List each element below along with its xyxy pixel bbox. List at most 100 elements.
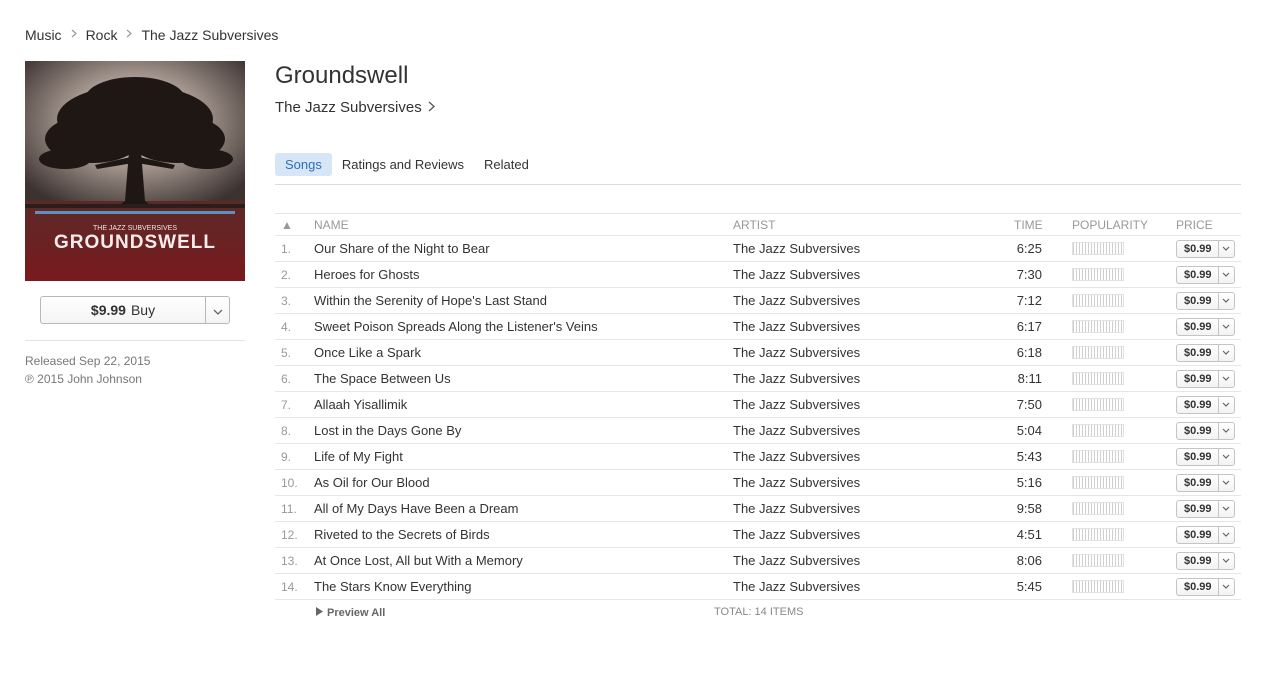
tab-ratings-and-reviews[interactable]: Ratings and Reviews [332,153,474,176]
sort-indicator-icon[interactable]: ▲ [275,213,314,236]
buy-track-button[interactable]: $0.99 [1176,421,1235,440]
track-artist[interactable]: The Jazz Subversives [733,365,968,392]
chevron-down-icon[interactable] [1217,448,1234,465]
buy-track-button[interactable]: $0.99 [1176,473,1235,492]
buy-album-main[interactable]: $9.99 Buy [41,297,205,323]
buy-album-button[interactable]: $9.99 Buy [40,296,230,324]
track-name[interactable]: At Once Lost, All but With a Memory [314,547,733,574]
column-header-price[interactable]: PRICE [1176,213,1241,236]
track-price: $0.99 [1184,372,1212,385]
track-name[interactable]: All of My Days Have Been a Dream [314,495,733,522]
buy-track-button[interactable]: $0.99 [1176,343,1235,362]
track-name[interactable]: As Oil for Our Blood [314,469,733,496]
chevron-down-icon[interactable] [1217,422,1234,439]
track-name[interactable]: Heroes for Ghosts [314,261,733,288]
chevron-down-icon[interactable] [1217,292,1234,309]
chevron-down-icon[interactable] [1217,526,1234,543]
artist-link[interactable]: The Jazz Subversives [275,99,435,116]
table-row[interactable]: 5. Once Like a Spark The Jazz Subversives 6… [275,339,1241,366]
breadcrumb-music[interactable]: Music [25,27,62,43]
track-name[interactable]: Riveted to the Secrets of Birds [314,521,733,548]
album-artwork[interactable]: THE JAZZ SUBVERSIVES GROUNDSWELL [25,61,245,281]
table-row[interactable]: 10. As Oil for Our Blood The Jazz Subversi… [275,469,1241,496]
table-row[interactable]: 1. Our Share of the Night to Bear The Jazz… [275,235,1241,262]
breadcrumb-artist[interactable]: The Jazz Subversives [141,27,278,43]
track-time: 5:45 [968,573,1072,600]
track-artist[interactable]: The Jazz Subversives [733,495,968,522]
chevron-down-icon[interactable] [1217,396,1234,413]
buy-track-button[interactable]: $0.99 [1176,317,1235,336]
chevron-down-icon[interactable] [1217,266,1234,283]
table-row[interactable]: 7. Allaah Yisallimik The Jazz Subversives 7… [275,391,1241,418]
table-row[interactable]: 11. All of My Days Have Been a Dream The J… [275,495,1241,522]
buy-track-button[interactable]: $0.99 [1176,239,1235,258]
chevron-down-icon[interactable] [1217,370,1234,387]
table-row[interactable]: 2. Heroes for Ghosts The Jazz Subversives 7… [275,261,1241,288]
breadcrumb-rock[interactable]: Rock [86,27,118,43]
tab-songs[interactable]: Songs [275,153,332,176]
track-artist[interactable]: The Jazz Subversives [733,287,968,314]
track-artist[interactable]: The Jazz Subversives [733,261,968,288]
track-popularity [1072,313,1176,340]
buy-track-button[interactable]: $0.99 [1176,447,1235,466]
chevron-down-icon[interactable] [1217,500,1234,517]
table-row[interactable]: 3. Within the Serenity of Hope's Last Sta… [275,287,1241,314]
buy-track-button[interactable]: $0.99 [1176,577,1235,596]
buy-track-button[interactable]: $0.99 [1176,551,1235,570]
track-artist[interactable]: The Jazz Subversives [733,391,968,418]
track-time: 8:11 [968,365,1072,392]
track-name[interactable]: Allaah Yisallimik [314,391,733,418]
track-time: 9:58 [968,495,1072,522]
column-header-popularity[interactable]: POPULARITY [1072,213,1176,236]
buy-track-button[interactable]: $0.99 [1176,525,1235,544]
chevron-down-icon[interactable] [1217,344,1234,361]
table-row[interactable]: 4. Sweet Poison Spreads Along the Listene… [275,313,1241,340]
buy-track-button[interactable]: $0.99 [1176,265,1235,284]
column-header-name[interactable]: NAME [314,213,733,236]
track-name[interactable]: The Stars Know Everything [314,573,733,600]
track-name[interactable]: Lost in the Days Gone By [314,417,733,444]
track-name[interactable]: The Space Between Us [314,365,733,392]
preview-all-button[interactable]: Preview All [316,607,385,619]
track-artist[interactable]: The Jazz Subversives [733,469,968,496]
chevron-right-icon [126,29,133,41]
table-row[interactable]: 9. Life of My Fight The Jazz Subversives 5:… [275,443,1241,470]
track-artist[interactable]: The Jazz Subversives [733,573,968,600]
track-artist[interactable]: The Jazz Subversives [733,417,968,444]
table-row[interactable]: 13. At Once Lost, All but With a Memory Th… [275,547,1241,574]
column-header-artist[interactable]: ARTIST [733,213,968,236]
buy-track-button[interactable]: $0.99 [1176,499,1235,518]
track-name[interactable]: Sweet Poison Spreads Along the Listener'… [314,313,733,340]
track-price: $0.99 [1184,242,1212,255]
track-artist[interactable]: The Jazz Subversives [733,443,968,470]
track-name[interactable]: Within the Serenity of Hope's Last Stand [314,287,733,314]
track-name[interactable]: Life of My Fight [314,443,733,470]
track-artist[interactable]: The Jazz Subversives [733,521,968,548]
buy-track-button[interactable]: $0.99 [1176,291,1235,310]
chevron-down-icon[interactable] [1217,474,1234,491]
track-artist[interactable]: The Jazz Subversives [733,547,968,574]
track-price-cell: $0.99 [1176,443,1241,470]
chevron-down-icon[interactable] [1217,240,1234,257]
buy-options-dropdown[interactable] [205,297,229,323]
buy-track-button[interactable]: $0.99 [1176,395,1235,414]
column-header-time[interactable]: TIME [968,213,1072,236]
track-popularity [1072,365,1176,392]
tab-related[interactable]: Related [474,153,539,176]
track-artist[interactable]: The Jazz Subversives [733,339,968,366]
track-artist[interactable]: The Jazz Subversives [733,313,968,340]
table-row[interactable]: 8. Lost in the Days Gone By The Jazz Subve… [275,417,1241,444]
track-price-cell: $0.99 [1176,235,1241,262]
buy-track-button[interactable]: $0.99 [1176,369,1235,388]
chevron-down-icon[interactable] [1217,318,1234,335]
track-name[interactable]: Our Share of the Night to Bear [314,235,733,262]
table-row[interactable]: 6. The Space Between Us The Jazz Subversiv… [275,365,1241,392]
track-name[interactable]: Once Like a Spark [314,339,733,366]
table-row[interactable]: 14. The Stars Know Everything The Jazz Sub… [275,573,1241,600]
chevron-down-icon[interactable] [1217,578,1234,595]
track-price-cell: $0.99 [1176,417,1241,444]
track-artist[interactable]: The Jazz Subversives [733,235,968,262]
chevron-down-icon[interactable] [1217,552,1234,569]
table-row[interactable]: 12. Riveted to the Secrets of Birds The Ja… [275,521,1241,548]
track-price-cell: $0.99 [1176,495,1241,522]
